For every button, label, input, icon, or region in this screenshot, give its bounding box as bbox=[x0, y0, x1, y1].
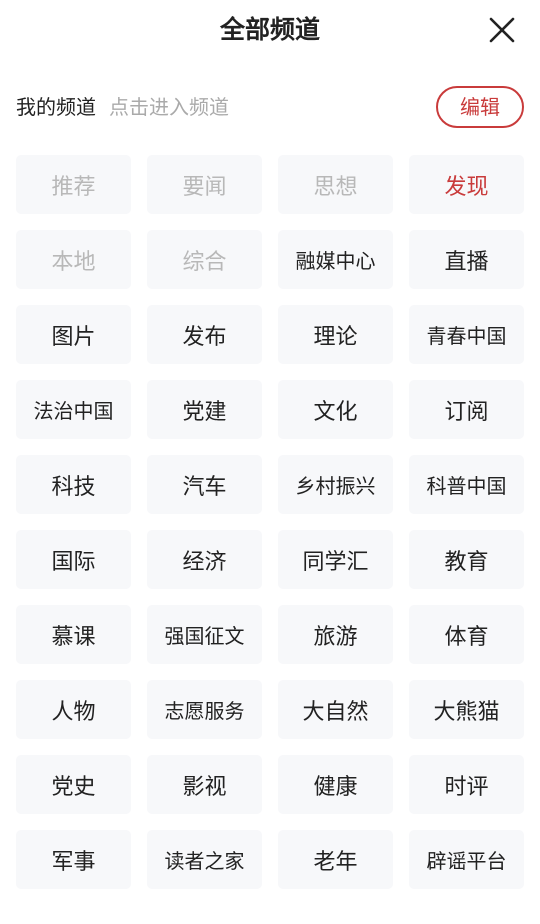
channel-chip[interactable]: 军事 bbox=[16, 830, 131, 889]
channel-chip[interactable]: 辟谣平台 bbox=[409, 830, 524, 889]
channel-chip[interactable]: 推荐 bbox=[16, 155, 131, 214]
channel-chip[interactable]: 影视 bbox=[147, 755, 262, 814]
channel-chip[interactable]: 法治中国 bbox=[16, 380, 131, 439]
channel-chip[interactable]: 经济 bbox=[147, 530, 262, 589]
channel-chip[interactable]: 文化 bbox=[278, 380, 393, 439]
channel-chip[interactable]: 同学汇 bbox=[278, 530, 393, 589]
channel-chip[interactable]: 科普中国 bbox=[409, 455, 524, 514]
channel-grid: 推荐 要闻 思想 发现本地 综合 融媒中心 直播图片 发布 理论 青春中国法治中国 党建 文化 订阅科技… bbox=[16, 155, 524, 889]
channel-chip[interactable]: 本地 bbox=[16, 230, 131, 289]
edit-button[interactable]: 编辑 bbox=[436, 86, 524, 128]
channel-chip[interactable]: 旅游 bbox=[278, 605, 393, 664]
channel-chip[interactable]: 老年 bbox=[278, 830, 393, 889]
my-channels-label: 我的频道 bbox=[16, 95, 96, 119]
channel-chip[interactable]: 综合 bbox=[147, 230, 262, 289]
channel-chip[interactable]: 乡村振兴 bbox=[278, 455, 393, 514]
channel-chip[interactable]: 时评 bbox=[409, 755, 524, 814]
channel-chip[interactable]: 国际 bbox=[16, 530, 131, 589]
channel-chip[interactable]: 发布 bbox=[147, 305, 262, 364]
page-title: 全部频道 bbox=[219, 15, 320, 44]
close-icon bbox=[489, 17, 515, 43]
channel-chip[interactable]: 图片 bbox=[16, 305, 131, 364]
channel-chip[interactable]: 大自然 bbox=[278, 680, 393, 739]
channel-chip[interactable]: 读者之家 bbox=[147, 830, 262, 889]
channel-chip[interactable]: 融媒中心 bbox=[278, 230, 393, 289]
header: 全部频道 bbox=[0, 0, 540, 60]
channel-chip[interactable]: 订阅 bbox=[409, 380, 524, 439]
channel-chip[interactable]: 体育 bbox=[409, 605, 524, 664]
channel-chip[interactable]: 大熊猫 bbox=[409, 680, 524, 739]
channel-chip[interactable]: 直播 bbox=[409, 230, 524, 289]
channel-chip[interactable]: 要闻 bbox=[147, 155, 262, 214]
channel-manager-page: 全部频道 我的频道 点击进入频道 编辑 推荐 要闻 思想 发现本地 综合 融媒中心 直播图片… bbox=[0, 0, 540, 924]
channel-chip[interactable]: 思想 bbox=[278, 155, 393, 214]
channel-chip[interactable]: 健康 bbox=[278, 755, 393, 814]
channel-chip[interactable]: 汽车 bbox=[147, 455, 262, 514]
channel-chip[interactable]: 发现 bbox=[409, 155, 524, 214]
channel-chip[interactable]: 强国征文 bbox=[147, 605, 262, 664]
channel-chip[interactable]: 青春中国 bbox=[409, 305, 524, 364]
channel-chip[interactable]: 慕课 bbox=[16, 605, 131, 664]
close-button[interactable] bbox=[486, 14, 518, 46]
channel-chip[interactable]: 党建 bbox=[147, 380, 262, 439]
my-channels-row: 我的频道 点击进入频道 编辑 bbox=[16, 86, 524, 128]
channel-chip[interactable]: 科技 bbox=[16, 455, 131, 514]
channel-chip[interactable]: 党史 bbox=[16, 755, 131, 814]
channel-chip[interactable]: 志愿服务 bbox=[147, 680, 262, 739]
channel-chip[interactable]: 人物 bbox=[16, 680, 131, 739]
channel-chip[interactable]: 教育 bbox=[409, 530, 524, 589]
channel-chip[interactable]: 理论 bbox=[278, 305, 393, 364]
my-channels-hint: 点击进入频道 bbox=[109, 95, 229, 119]
